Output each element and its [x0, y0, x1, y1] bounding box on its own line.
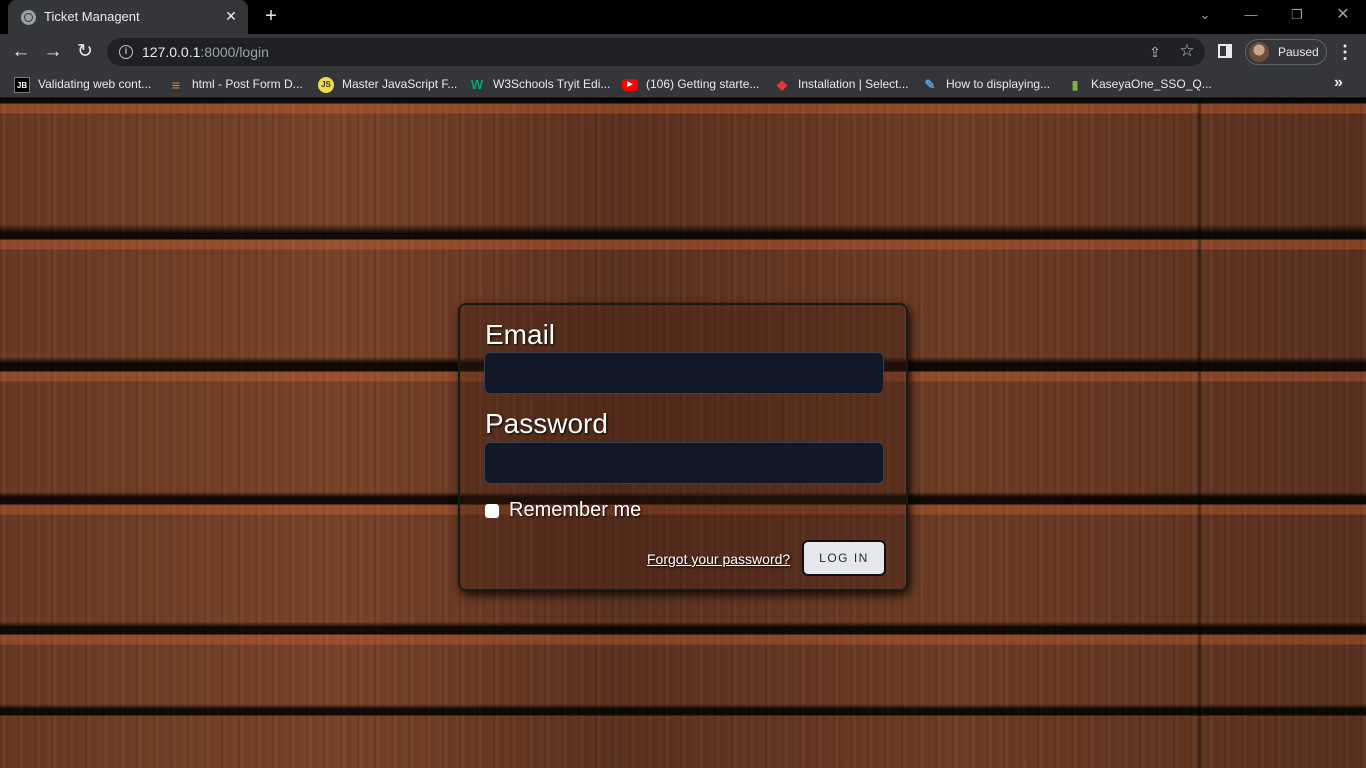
side-panel-icon[interactable]	[1218, 44, 1232, 58]
globe-icon	[21, 10, 36, 25]
bookmark-label: Master JavaScript F...	[342, 77, 458, 91]
bookmark-item[interactable]: JB Validating web cont...	[14, 76, 154, 94]
jb-icon: JB	[14, 77, 30, 93]
tab-strip: Ticket Managent ✕ + ⌄ — ❐ ✕	[0, 0, 1366, 34]
password-label: Password	[485, 408, 608, 439]
remember-me-label[interactable]: Remember me	[509, 499, 641, 522]
youtube-icon: ▶	[622, 79, 638, 91]
bookmark-label: Installation | Select...	[798, 77, 909, 91]
stackoverflow-icon: ≡	[171, 77, 181, 93]
browser-tab[interactable]: Ticket Managent ✕	[8, 0, 248, 34]
forward-button[interactable]: →	[39, 38, 67, 66]
tab-search-icon[interactable]: ⌄	[1182, 0, 1228, 30]
browser-toolbar: ← → ↻ i 127.0.0.1:8000/login ⇪ ☆ Paused …	[0, 34, 1366, 70]
back-button[interactable]: ←	[7, 38, 35, 66]
bookmark-item[interactable]: JS Master JavaScript F...	[318, 76, 458, 94]
url-path: :8000/login	[200, 44, 269, 60]
password-field[interactable]	[484, 442, 884, 484]
url-host: 127.0.0.1	[142, 44, 201, 60]
log-in-button[interactable]: LOG IN	[802, 540, 886, 576]
bookmark-item[interactable]: ▮ KaseyaOne_SSO_Q...	[1067, 76, 1212, 94]
feather-icon: ✎	[924, 77, 936, 92]
tab-title: Ticket Managent	[44, 9, 140, 24]
kaseya-icon: ▮	[1071, 78, 1079, 92]
restore-button[interactable]: ❐	[1274, 0, 1320, 30]
share-icon[interactable]: ⇪	[1145, 42, 1165, 62]
bookmark-item[interactable]: ▶ (106) Getting starte...	[622, 76, 762, 94]
bookmark-label: KaseyaOne_SSO_Q...	[1091, 77, 1212, 91]
new-tab-button[interactable]: +	[260, 5, 282, 27]
js-icon: JS	[318, 77, 334, 93]
url-text[interactable]: 127.0.0.1:8000/login	[142, 44, 269, 60]
bookmark-label: Validating web cont...	[38, 77, 152, 91]
bookmark-label: html - Post Form D...	[192, 77, 303, 91]
bookmark-label: W3Schools Tryit Edi...	[493, 77, 611, 91]
email-field[interactable]	[484, 352, 884, 394]
kebab-menu-icon[interactable]: ⋮	[1336, 40, 1354, 64]
address-bar[interactable]: i 127.0.0.1:8000/login ⇪ ☆	[107, 38, 1205, 66]
tab-close-icon[interactable]: ✕	[222, 7, 240, 25]
minimize-button[interactable]: —	[1228, 0, 1274, 30]
layers-icon: ◆	[777, 77, 787, 92]
background-seam	[1198, 99, 1201, 768]
remember-me-checkbox[interactable]	[485, 504, 499, 518]
bookmark-label: How to displaying...	[946, 77, 1051, 91]
bookmark-item[interactable]: ◆ Installation | Select...	[774, 76, 910, 94]
bookmark-item[interactable]: ✎ How to displaying...	[922, 76, 1056, 94]
close-window-button[interactable]: ✕	[1320, 0, 1366, 30]
email-label: Email	[485, 319, 556, 350]
bookmark-item[interactable]: W W3Schools Tryit Edi...	[469, 76, 611, 94]
login-form: Email Password Remember me Forgot your p…	[458, 303, 908, 591]
w3schools-icon: W	[470, 77, 484, 92]
forgot-password-link[interactable]: Forgot your password?	[647, 551, 790, 567]
bookmarks-bar: JB Validating web cont... ≡ html - Post …	[0, 70, 1366, 98]
wood-background: Email Password Remember me Forgot your p…	[0, 99, 1366, 768]
bookmark-item[interactable]: ≡ html - Post Form D...	[168, 76, 304, 94]
reload-button[interactable]: ↻	[71, 38, 99, 66]
profile-button[interactable]: Paused	[1245, 39, 1327, 65]
bookmark-star-icon[interactable]: ☆	[1177, 41, 1197, 61]
profile-status: Paused	[1278, 45, 1319, 59]
avatar	[1249, 42, 1269, 62]
more-bookmarks-icon[interactable]: »	[1334, 74, 1343, 92]
bookmark-label: (106) Getting starte...	[646, 77, 760, 91]
site-info-icon[interactable]: i	[119, 45, 133, 59]
